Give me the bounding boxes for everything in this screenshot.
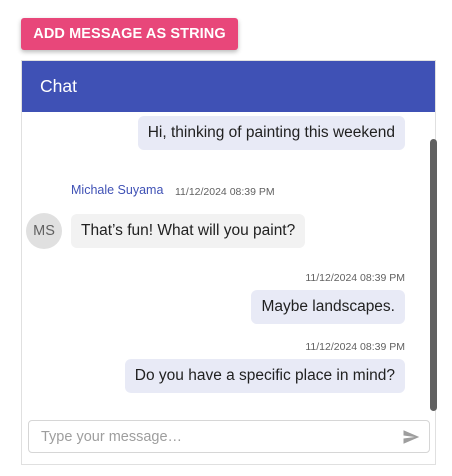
send-button[interactable]	[402, 428, 420, 446]
message-list[interactable]: Hi, thinking of painting this weekend Mi…	[22, 112, 435, 408]
message-input[interactable]	[41, 421, 381, 452]
page: ADD MESSAGE AS STRING Chat Hi, thinking …	[0, 0, 452, 476]
avatar: MS	[26, 213, 62, 249]
message-bubble-incoming: That’s fun! What will you paint?	[71, 214, 306, 248]
chat-window: Chat Hi, thinking of painting this weeke…	[21, 60, 437, 465]
message-bubble-outgoing: Maybe landscapes.	[251, 290, 405, 324]
chat-title: Chat	[40, 76, 77, 96]
message-timestamp: 11/12/2024 08:39 PM	[305, 272, 405, 284]
send-icon	[403, 430, 420, 444]
add-message-as-string-button[interactable]: ADD MESSAGE AS STRING	[21, 18, 238, 50]
message-bubble-outgoing: Do you have a specific place in mind?	[124, 359, 405, 393]
message-timestamp: 11/12/2024 08:39 PM	[175, 186, 275, 198]
message-sender-name: Michale Suyama	[71, 183, 164, 197]
avatar-initials: MS	[33, 223, 55, 239]
chat-header: Chat	[22, 61, 435, 112]
message-timestamp: 11/12/2024 08:39 PM	[305, 341, 405, 353]
message-input-box	[28, 420, 430, 453]
message-bubble-outgoing: Hi, thinking of painting this weekend	[137, 116, 405, 150]
scrollbar-thumb[interactable]	[430, 139, 437, 411]
